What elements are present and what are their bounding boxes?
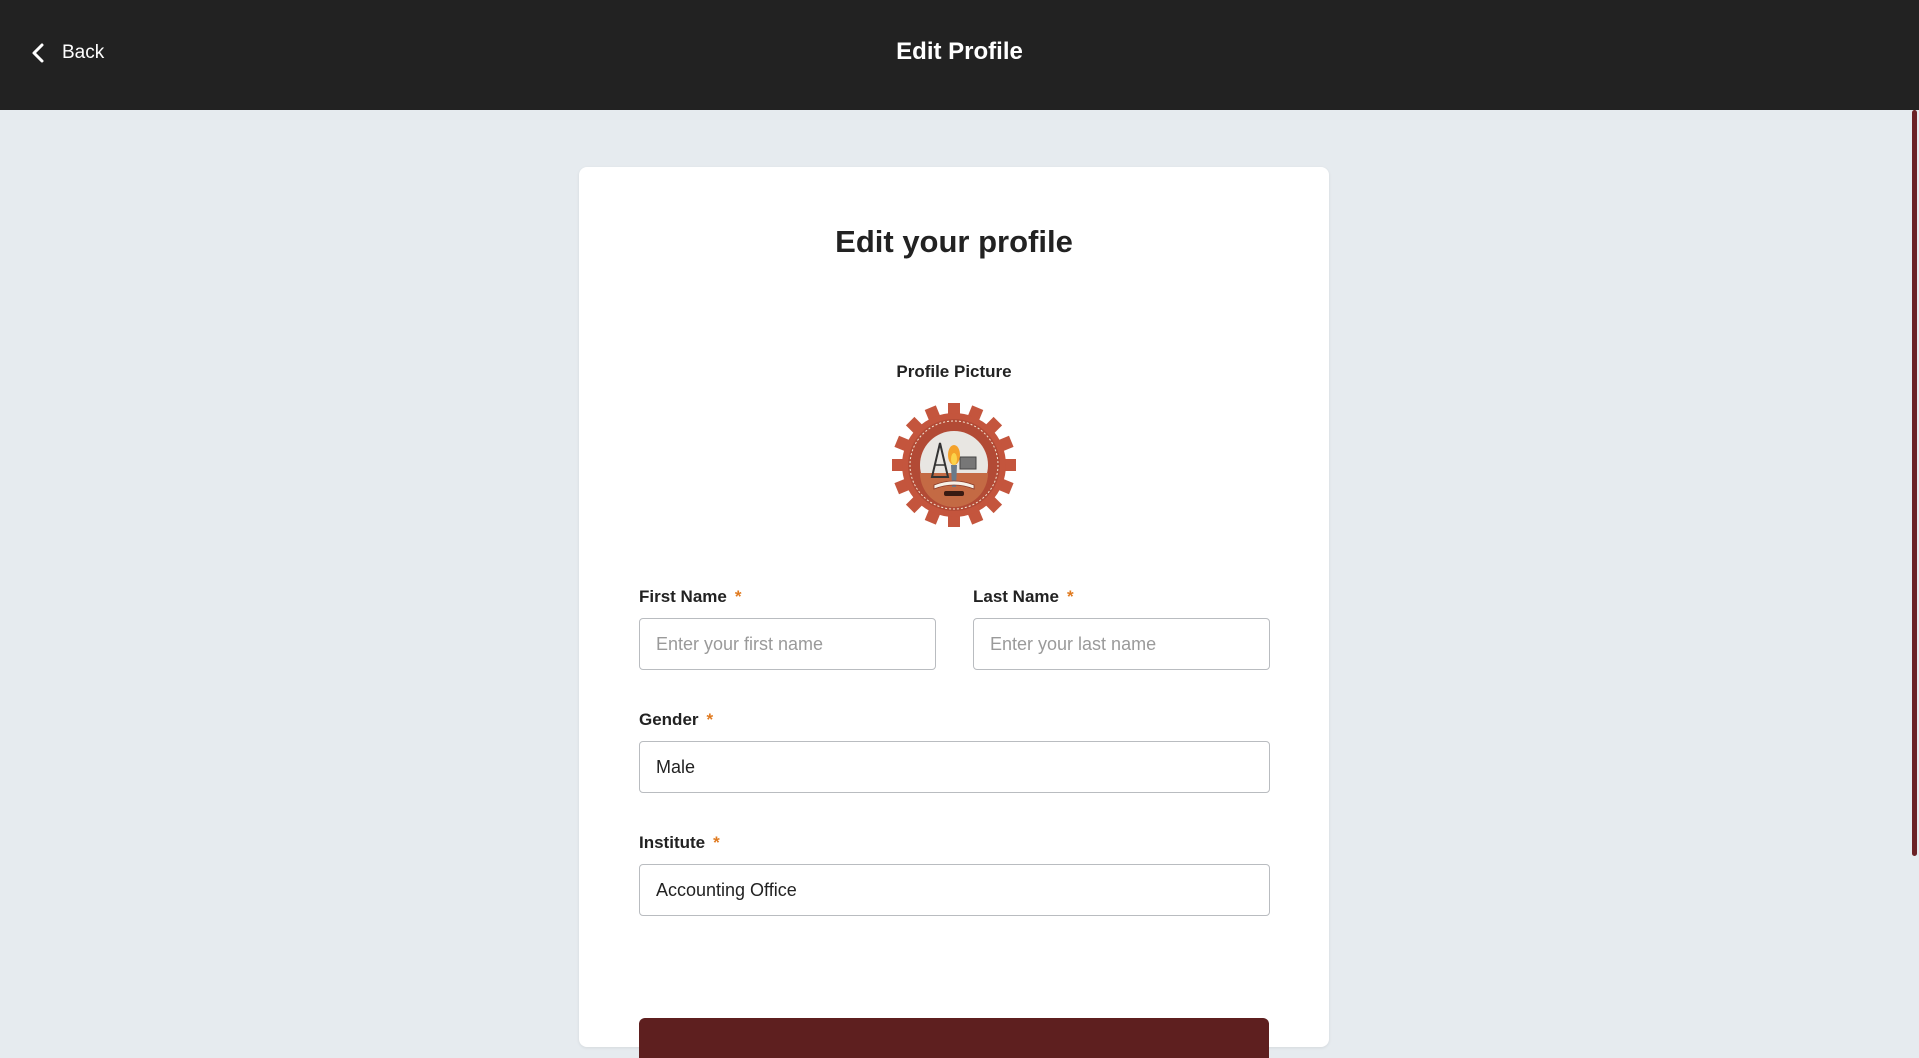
institute-input[interactable] — [639, 864, 1270, 916]
card-title: Edit your profile — [835, 224, 1073, 259]
edit-profile-card: Edit your profile Profile Picture First … — [579, 167, 1329, 1058]
page-title: Edit Profile — [896, 38, 1023, 65]
scrollbar-thumb[interactable] — [1912, 110, 1917, 856]
required-indicator: * — [713, 833, 720, 852]
gender-input[interactable] — [639, 741, 1270, 793]
required-indicator: * — [1066, 587, 1074, 606]
submit-button[interactable] — [639, 1018, 1269, 1058]
last-name-input[interactable] — [973, 618, 1270, 670]
avatar[interactable] — [891, 402, 1017, 528]
gender-label: Gender * — [639, 710, 714, 729]
institute-label: Institute * — [639, 833, 720, 852]
top-bar: Back Edit Profile — [0, 0, 1919, 110]
required-indicator: * — [706, 710, 714, 729]
first-name-label: First Name * — [639, 587, 742, 606]
profile-picture-label: Profile Picture — [896, 362, 1012, 381]
last-name-label: Last Name * — [973, 587, 1074, 606]
first-name-input[interactable] — [639, 618, 936, 670]
required-indicator: * — [734, 587, 742, 606]
